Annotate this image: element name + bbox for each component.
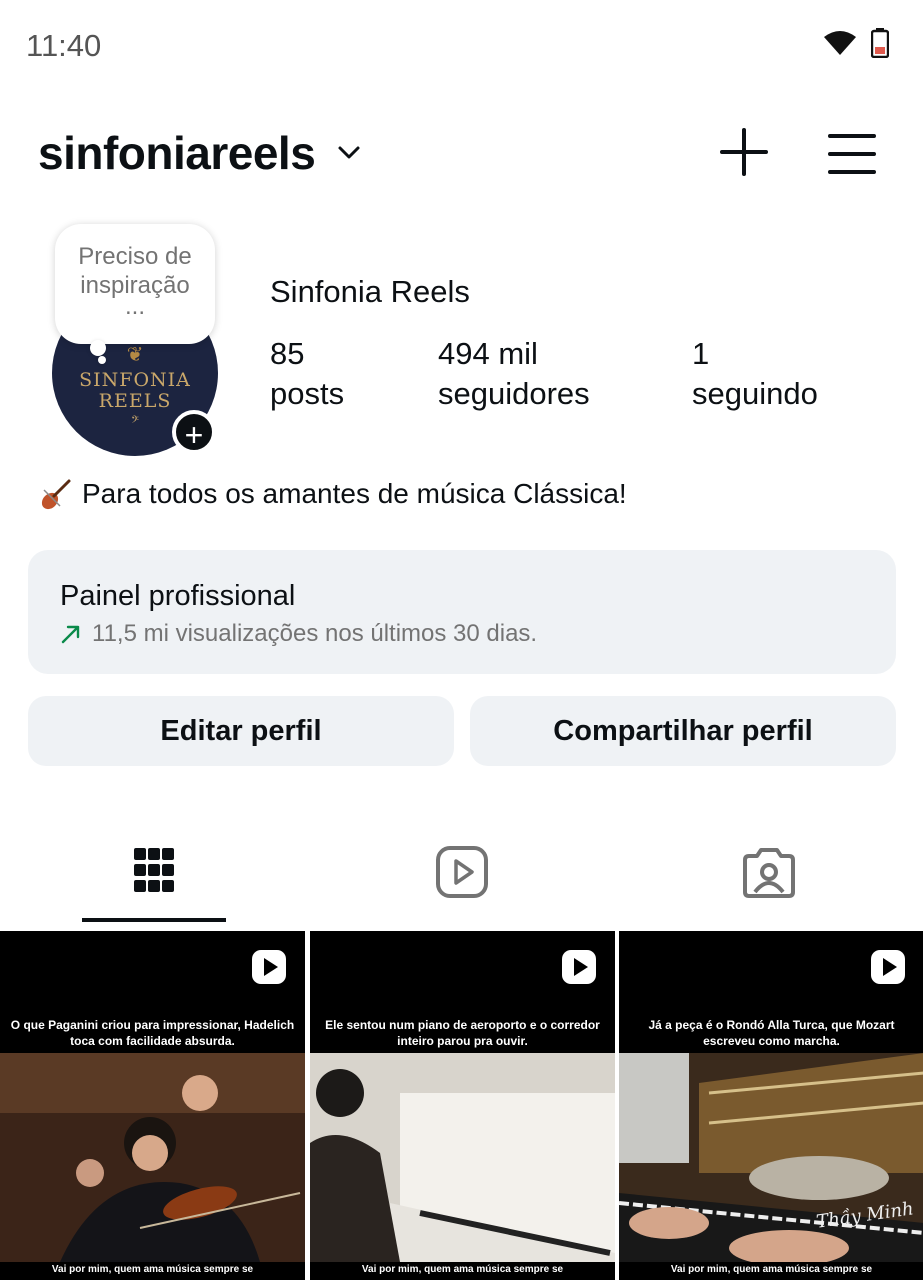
post-thumbnail[interactable]: Ele sentou num piano de aeroporto e o co… bbox=[310, 931, 615, 1280]
note-bubble-tail-small bbox=[98, 356, 106, 364]
dashboard-title: Painel profissional bbox=[60, 580, 296, 612]
violinist-scene-image bbox=[0, 1053, 305, 1262]
active-tab-indicator bbox=[82, 918, 226, 922]
grid-tab-icon[interactable] bbox=[126, 844, 182, 900]
wifi-icon bbox=[824, 31, 856, 55]
bio-text: Para todos os amantes de música Clássica… bbox=[82, 478, 627, 509]
violin-icon bbox=[41, 479, 71, 510]
post-footer-text: Vai por mim, quem ama música sempre se bbox=[361, 1264, 564, 1275]
note-bubble-tail bbox=[90, 340, 106, 356]
stat-followers[interactable]: 494 mil seguidores bbox=[438, 336, 590, 416]
reel-badge-icon bbox=[562, 950, 596, 984]
reel-badge-icon bbox=[871, 950, 905, 984]
reel-badge-icon bbox=[252, 950, 286, 984]
reels-tab-icon[interactable] bbox=[434, 844, 490, 900]
trend-up-arrow-icon bbox=[61, 625, 80, 644]
post-thumbnail[interactable]: Já a peça é o Rondó Alla Turca, que Moza… bbox=[619, 931, 923, 1280]
status-time: 11:40 bbox=[26, 28, 102, 63]
avatar-logo-text: SINFONIA REELS bbox=[79, 369, 191, 412]
share-profile-button[interactable]: Compartilhar perfil bbox=[470, 696, 896, 766]
add-story-icon[interactable]: + bbox=[172, 410, 216, 454]
stat-posts[interactable]: 85 posts bbox=[270, 336, 344, 416]
post-caption: Já a peça é o Rondó Alla Turca, que Moza… bbox=[648, 1018, 895, 1048]
post-footer-text: Vai por mim, quem ama música sempre se bbox=[670, 1264, 873, 1275]
stat-following[interactable]: 1 seguindo bbox=[692, 336, 818, 416]
edit-profile-button[interactable]: Editar perfil bbox=[28, 696, 454, 766]
display-name: Sinfonia Reels bbox=[270, 274, 470, 309]
post-footer-text: Vai por mim, quem ama música sempre se bbox=[51, 1264, 254, 1275]
battery-icon bbox=[871, 28, 889, 58]
post-caption: Ele sentou num piano de aeroporto e o co… bbox=[325, 1018, 600, 1048]
chevron-down-icon bbox=[338, 146, 360, 159]
create-plus-icon[interactable] bbox=[716, 124, 772, 180]
bio: Para todos os amantes de música Clássica… bbox=[38, 476, 627, 512]
ornament-icon: ❦ bbox=[126, 344, 144, 366]
cat-piano-scene-image bbox=[619, 1053, 923, 1262]
account-switcher[interactable]: sinfoniareels bbox=[38, 126, 361, 180]
airport-piano-scene-image bbox=[310, 1053, 615, 1262]
post-thumbnail[interactable]: O que Paganini criou para impressionar, … bbox=[0, 931, 305, 1280]
post-caption: O que Paganini criou para impressionar, … bbox=[10, 1018, 295, 1048]
dashboard-subtitle: 11,5 mi visualizações nos últimos 30 dia… bbox=[60, 620, 537, 648]
username: sinfoniareels bbox=[38, 127, 316, 179]
note-bubble[interactable]: Preciso de inspiração ... bbox=[55, 224, 215, 344]
tagged-tab-icon[interactable] bbox=[741, 844, 797, 900]
menu-hamburger-icon[interactable] bbox=[826, 128, 878, 180]
professional-dashboard[interactable]: Painel profissional 11,5 mi visualizaçõe… bbox=[28, 550, 896, 674]
status-icons bbox=[823, 28, 889, 58]
